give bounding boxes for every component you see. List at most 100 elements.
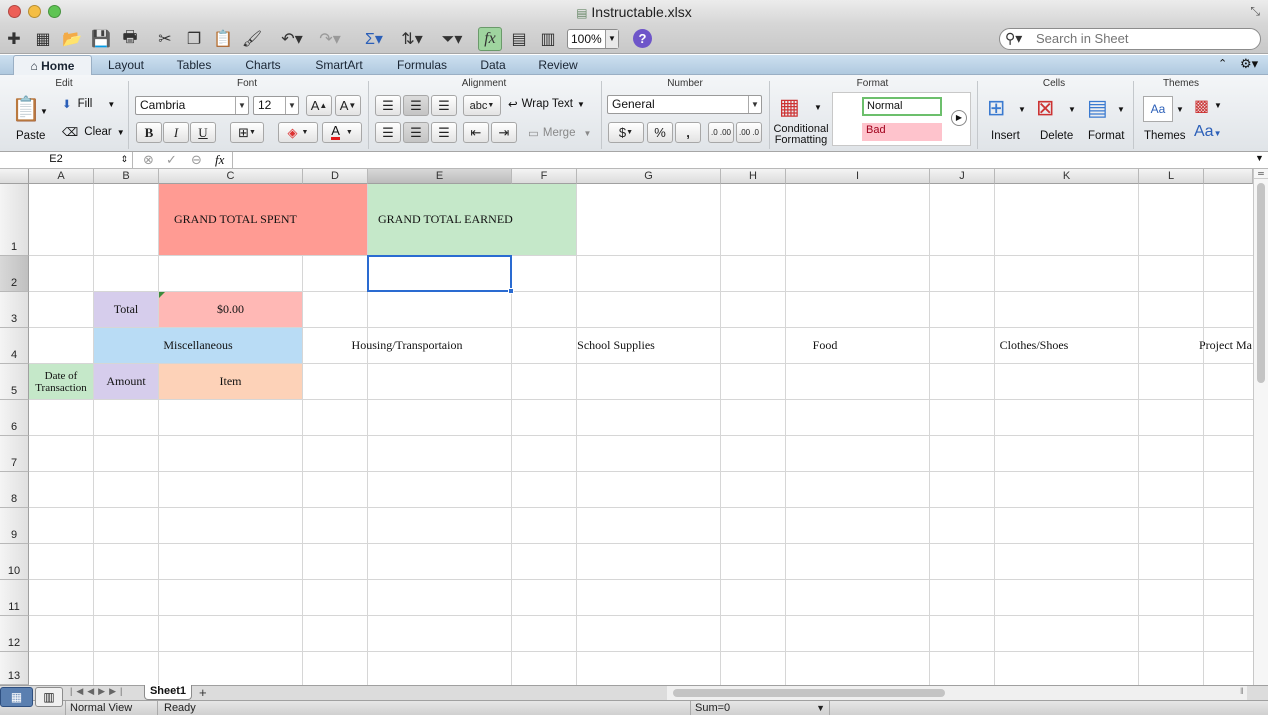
- tab-data[interactable]: Data: [466, 55, 520, 75]
- tab-smartart[interactable]: SmartArt: [304, 55, 374, 75]
- themes-button[interactable]: Themes: [1144, 130, 1186, 142]
- selected-cell-e2[interactable]: [367, 255, 512, 292]
- chevron-down-icon[interactable]: ▼: [1117, 105, 1125, 114]
- cell-a5[interactable]: Date of Transaction: [29, 364, 93, 399]
- row-header-9[interactable]: 9: [0, 508, 29, 544]
- tab-home[interactable]: ⌂ Home: [13, 55, 92, 75]
- paste-chevron-icon[interactable]: ▼: [40, 107, 48, 116]
- currency-button[interactable]: $ ▼: [608, 122, 644, 143]
- cell-m4[interactable]: Project Ma: [1139, 328, 1253, 363]
- delete-button[interactable]: Delete: [1040, 130, 1073, 142]
- tab-review[interactable]: Review: [530, 55, 586, 75]
- increase-indent-button[interactable]: ⇥: [491, 122, 517, 143]
- format-painter-icon[interactable]: 🖌: [240, 27, 264, 51]
- search-box[interactable]: ⚲▾: [999, 28, 1261, 50]
- print-icon[interactable]: 🖶: [118, 27, 142, 51]
- align-top-button[interactable]: ☰: [375, 95, 401, 116]
- column-header-m[interactable]: [1204, 169, 1253, 184]
- conditional-formatting-button[interactable]: Conditional Formatting: [772, 124, 830, 146]
- chevron-down-icon[interactable]: ▼: [814, 103, 822, 112]
- row-header-7[interactable]: 7: [0, 436, 29, 472]
- tab-layout[interactable]: Layout: [96, 55, 156, 75]
- orientation-button[interactable]: abc ▼: [463, 95, 501, 116]
- horizontal-scroll-thumb[interactable]: [673, 689, 945, 697]
- cell-c3[interactable]: $0.00: [159, 292, 302, 327]
- percent-button[interactable]: %: [647, 122, 673, 143]
- conditional-formatting-icon[interactable]: ▦: [779, 94, 800, 120]
- fill-handle[interactable]: [508, 288, 514, 294]
- search-icon[interactable]: ⚲▾: [1005, 30, 1022, 47]
- toolbox-icon[interactable]: ▤: [507, 27, 531, 51]
- column-header-i[interactable]: I: [786, 169, 930, 184]
- italic-button[interactable]: I: [163, 122, 189, 143]
- zoom-select[interactable]: 100% ▼: [567, 29, 619, 49]
- cell-c5[interactable]: Item: [159, 364, 302, 399]
- align-left-button[interactable]: ☰: [375, 122, 401, 143]
- format-button[interactable]: Format: [1088, 130, 1124, 142]
- cell-e4[interactable]: Housing/Transportaion: [303, 328, 511, 363]
- fullscreen-icon[interactable]: ⤡: [1250, 4, 1260, 19]
- cell-k4[interactable]: Clothes/Shoes: [930, 328, 1138, 363]
- function-icon[interactable]: ⊖: [191, 152, 202, 168]
- new-document-icon[interactable]: ✚: [2, 27, 26, 51]
- column-header-e[interactable]: E: [368, 169, 512, 184]
- chevron-down-icon[interactable]: ▼: [1214, 101, 1222, 110]
- search-input[interactable]: [1036, 31, 1256, 46]
- row-header-3[interactable]: 3: [0, 292, 29, 328]
- decrease-font-size-button[interactable]: A ▼: [335, 95, 361, 116]
- cell-c1[interactable]: GRAND TOTAL SPENT: [159, 184, 367, 255]
- save-icon[interactable]: 💾: [89, 27, 113, 51]
- formula-builder-icon[interactable]: fx: [478, 27, 502, 51]
- font-color-button[interactable]: A ▼: [322, 122, 362, 143]
- worksheet-grid[interactable]: A B C D E F G H I J K L 1 2 3 4 5 6 7 8 …: [0, 169, 1253, 685]
- column-header-d[interactable]: D: [303, 169, 368, 184]
- cell-e1[interactable]: GRAND TOTAL EARNED: [368, 184, 576, 255]
- align-center-button[interactable]: ☰: [403, 122, 429, 143]
- column-header-j[interactable]: J: [930, 169, 995, 184]
- column-header-b[interactable]: B: [94, 169, 159, 184]
- column-header-g[interactable]: G: [577, 169, 721, 184]
- themes-icon[interactable]: Aa: [1143, 96, 1173, 122]
- cancel-icon[interactable]: ⊗: [143, 152, 154, 168]
- formula-input[interactable]: [236, 152, 1252, 168]
- format-cells-icon[interactable]: ▤: [1087, 95, 1108, 121]
- merge-button[interactable]: ▭ Merge ▼: [528, 126, 591, 140]
- delete-cells-icon[interactable]: ⊠: [1036, 95, 1054, 121]
- decrease-indent-button[interactable]: ⇤: [463, 122, 489, 143]
- redo-icon[interactable]: ↷▾: [314, 27, 346, 51]
- page-layout-view-icon[interactable]: ▥: [35, 687, 63, 707]
- comma-button[interactable]: ,: [675, 122, 701, 143]
- gallery-next-icon[interactable]: ▶: [951, 110, 967, 126]
- horizontal-scrollbar[interactable]: [667, 686, 1247, 700]
- tab-tables[interactable]: Tables: [164, 55, 224, 75]
- column-header-c[interactable]: C: [159, 169, 303, 184]
- undo-icon[interactable]: ↶▾: [276, 27, 308, 51]
- font-size-select[interactable]: 12 ▼: [253, 96, 299, 115]
- row-header-13[interactable]: 13: [0, 652, 29, 685]
- open-icon[interactable]: 📂: [60, 27, 84, 51]
- paste-button[interactable]: Paste: [16, 130, 45, 142]
- chevron-down-icon[interactable]: ▼: [1176, 105, 1184, 114]
- row-header-11[interactable]: 11: [0, 580, 29, 616]
- bold-button[interactable]: B: [136, 122, 162, 143]
- row-header-2[interactable]: 2: [0, 256, 29, 292]
- cut-icon[interactable]: ✂: [153, 27, 177, 51]
- style-normal[interactable]: Normal: [862, 97, 942, 116]
- split-handle-icon[interactable]: ═: [1254, 169, 1268, 179]
- row-header-8[interactable]: 8: [0, 472, 29, 508]
- row-header-5[interactable]: 5: [0, 364, 29, 400]
- vertical-scrollbar[interactable]: ═: [1253, 169, 1268, 685]
- align-right-button[interactable]: ☰: [431, 122, 457, 143]
- help-button[interactable]: ?: [633, 29, 652, 48]
- tab-formulas[interactable]: Formulas: [388, 55, 456, 75]
- select-all-corner[interactable]: [0, 169, 29, 184]
- insert-button[interactable]: Insert: [991, 130, 1020, 142]
- font-name-select[interactable]: Cambria ▼: [135, 96, 249, 115]
- tab-charts[interactable]: Charts: [233, 55, 293, 75]
- row-header-6[interactable]: 6: [0, 400, 29, 436]
- row-header-12[interactable]: 12: [0, 616, 29, 652]
- gallery-icon[interactable]: ▦: [31, 27, 55, 51]
- confirm-icon[interactable]: ✓: [166, 152, 177, 168]
- align-middle-button[interactable]: ☰: [403, 95, 429, 116]
- cell-i4[interactable]: Food: [721, 328, 929, 363]
